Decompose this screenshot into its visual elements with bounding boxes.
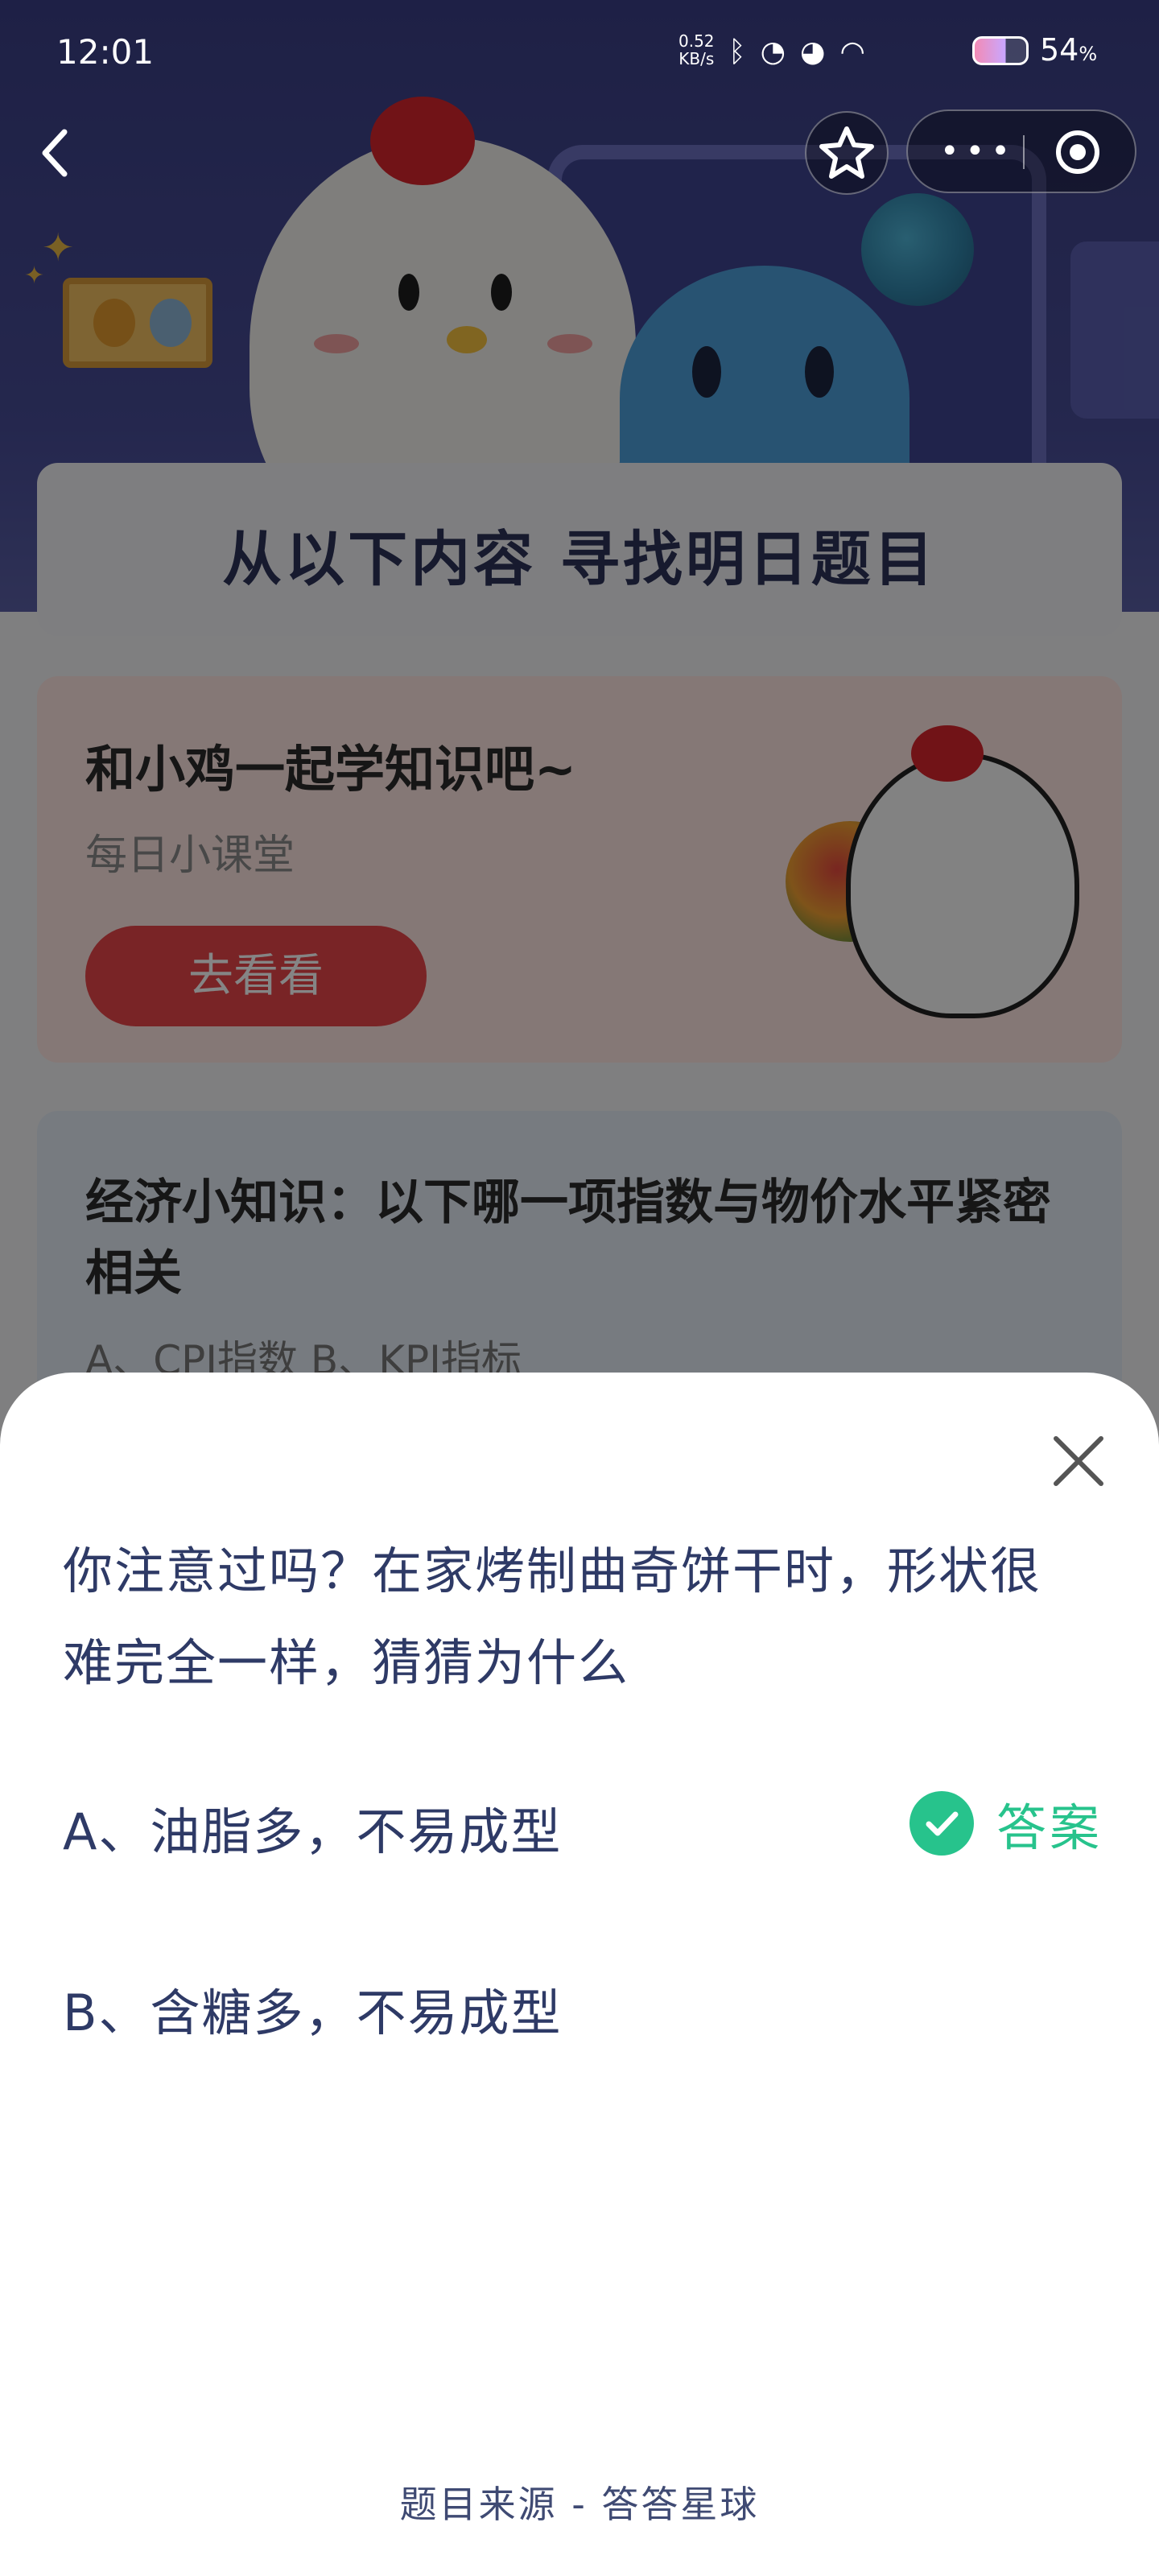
answer-label: 答案 xyxy=(996,1798,1103,1857)
target-icon[interactable] xyxy=(1053,127,1103,177)
answer-bottom-sheet: 你注意过吗？在家烤制曲奇饼干时，形状很难完全一样，猜猜为什么 A、油脂多，不易成… xyxy=(0,1373,1159,2576)
more-dots-icon: ••• xyxy=(940,133,1017,170)
star-icon xyxy=(819,126,874,179)
option-a[interactable]: A、油脂多，不易成型 xyxy=(63,1791,562,1864)
check-circle-icon xyxy=(909,1791,974,1856)
option-b[interactable]: B、含糖多，不易成型 xyxy=(63,1972,563,2045)
status-icons: ᛒ◔◕◠ xyxy=(728,35,880,68)
status-bar: 12:01 0.52 KB/s ᛒ◔◕◠ 54% xyxy=(0,0,1159,103)
status-time: 12:01 xyxy=(56,32,155,72)
close-icon[interactable] xyxy=(1046,1429,1111,1493)
battery-percent-value: 54 xyxy=(1040,32,1079,68)
battery-icon xyxy=(972,36,1029,65)
more-button[interactable]: ••• xyxy=(940,111,1017,192)
wifi-icon: ◠ xyxy=(839,35,880,68)
capsule-divider xyxy=(1023,135,1025,169)
signal-icon: ◕ xyxy=(800,35,840,68)
bluetooth-icon: ᛒ xyxy=(728,35,761,68)
network-rate-value: 0.52 xyxy=(678,31,715,51)
favorite-button[interactable] xyxy=(805,111,889,195)
sheet-question: 你注意过吗？在家烤制曲奇饼干时，形状很难完全一样，猜猜为什么 xyxy=(63,1542,1042,1692)
page-root: ✦ ✦ 从以下内容 寻找明日题目 和小鸡一起学知识吧~ 每日小课堂 去看看 经济… xyxy=(0,0,1159,2576)
back-arrow-icon xyxy=(42,129,68,177)
network-rate: 0.52 KB/s xyxy=(678,32,715,68)
network-rate-unit: KB/s xyxy=(678,49,715,68)
signal-icon: ◔ xyxy=(760,35,801,68)
mini-program-capsule: ••• xyxy=(906,109,1136,193)
battery-percent-unit: % xyxy=(1079,43,1098,65)
checkmark-glyph xyxy=(926,1811,959,1836)
answer-marker: 答案 xyxy=(909,1791,1103,1857)
battery-percent: 54% xyxy=(1040,32,1097,68)
back-button[interactable] xyxy=(34,121,82,185)
question-source: 题目来源 - 答答星球 xyxy=(399,2483,760,2526)
